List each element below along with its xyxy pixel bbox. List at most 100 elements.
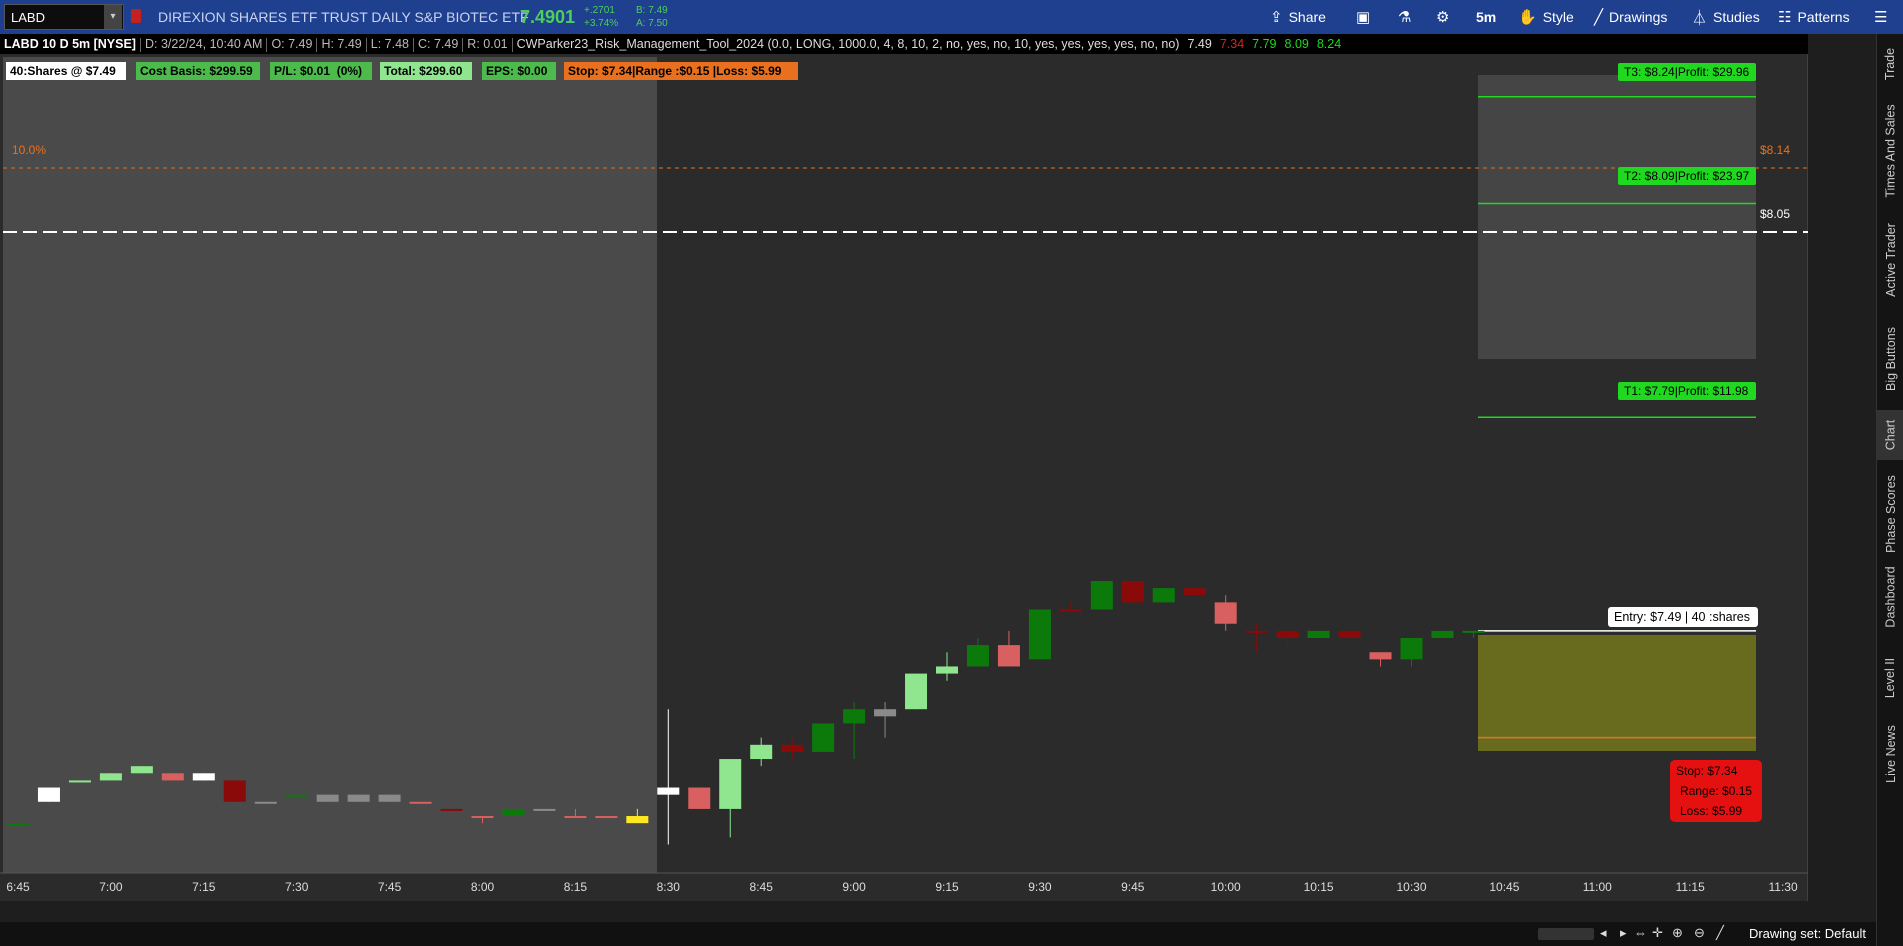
bar-open: O: 7.49 xyxy=(271,37,313,51)
candle-body xyxy=(1307,630,1330,638)
change-percent: +3.74% xyxy=(584,18,619,29)
bar-high: H: 7.49 xyxy=(321,37,362,51)
bid-ask: B: 7.49 A: 7.50 xyxy=(636,4,668,30)
timeframe-button[interactable]: 5m xyxy=(1468,0,1504,34)
candle-body xyxy=(812,723,835,752)
candle-body xyxy=(1152,588,1175,603)
bid-value: B: 7.49 xyxy=(636,5,668,16)
stop-range-label: Stop: $7.34|Range :$0.15 |Loss: $5.99 xyxy=(568,64,782,78)
timeframe-label: 5m xyxy=(1476,9,1497,25)
eps-label: EPS: $0.00 xyxy=(486,64,548,78)
candle-body xyxy=(719,759,742,809)
t1-label: T1: $7.79|Profit: $11.98 xyxy=(1624,384,1749,398)
flask-studies-icon: ⏃ xyxy=(1692,9,1708,27)
drawing-set-label[interactable]: Drawing set: Default xyxy=(1749,926,1866,941)
candle-body xyxy=(1059,609,1082,612)
candle-body xyxy=(471,816,494,819)
time-tick-label: 7:30 xyxy=(285,880,309,894)
style-label: Style xyxy=(1542,9,1574,25)
bar-close: C: 7.49 xyxy=(417,37,459,51)
candle-body xyxy=(347,794,370,802)
time-tick-label: 10:45 xyxy=(1489,880,1519,894)
symbol-dropdown-button[interactable]: ▾ xyxy=(104,5,122,29)
price-change: +.2701 +3.74% xyxy=(584,4,618,30)
tab-phase-scores-label: Phase Scores xyxy=(1883,475,1898,553)
zoom-in-icon[interactable]: ⊕ xyxy=(1672,925,1683,941)
flask-button[interactable]: ⚗ xyxy=(1390,0,1419,34)
candle-body xyxy=(688,787,711,809)
price-chart[interactable]: 8.288.28.138.067.997.917.847.777.77.647.… xyxy=(0,54,1808,901)
candle xyxy=(1028,609,1051,660)
tab-trade[interactable]: Trade xyxy=(1877,34,1903,94)
candle xyxy=(1338,630,1361,638)
candle-body xyxy=(223,780,246,802)
time-tick-label: 10:30 xyxy=(1396,880,1426,894)
tab-live-news-label: Live News xyxy=(1883,725,1898,783)
candle xyxy=(502,808,525,817)
candle xyxy=(812,723,835,752)
share-icon: ⇪ xyxy=(1270,9,1283,26)
scroll-left-icon[interactable]: ◂ xyxy=(1600,925,1607,941)
tab-live-news[interactable]: Live News xyxy=(1877,714,1903,794)
candle xyxy=(316,794,339,802)
tab-chart[interactable]: Chart xyxy=(1877,410,1903,460)
share-button[interactable]: ⇪ Share xyxy=(1262,0,1334,34)
zoom-out-icon[interactable]: ⊖ xyxy=(1694,925,1705,941)
candle xyxy=(285,794,308,797)
tab-active-trader-label: Active Trader xyxy=(1883,223,1898,297)
style-button[interactable]: ✋ Style xyxy=(1510,0,1582,34)
candle-body xyxy=(440,808,463,811)
bar-range: R: 0.01 xyxy=(467,37,508,51)
time-tick-label: 8:45 xyxy=(750,880,774,894)
zoom-fit-icon[interactable]: ⇔ xyxy=(1634,925,1647,940)
screenshot-button[interactable]: ▣ xyxy=(1348,0,1378,34)
tab-level-ii[interactable]: Level II xyxy=(1877,648,1903,708)
candle-body xyxy=(409,801,432,804)
style-icon: ✋ xyxy=(1518,9,1537,26)
tab-big-buttons-label: Big Buttons xyxy=(1883,327,1898,391)
candle xyxy=(595,816,618,819)
ask-value: A: 7.50 xyxy=(636,18,668,29)
studies-button[interactable]: ⏃ Studies xyxy=(1684,0,1768,34)
link-color-icon[interactable] xyxy=(131,9,141,23)
pct-line-label: 10.0% xyxy=(12,143,46,157)
time-tick-label: 7:45 xyxy=(378,880,402,894)
crosshair-icon[interactable]: ✛ xyxy=(1652,925,1663,941)
time-tick-label: 11:30 xyxy=(1769,880,1798,894)
tab-times-and-sales[interactable]: Times And Sales xyxy=(1877,96,1903,206)
tab-big-buttons[interactable]: Big Buttons xyxy=(1877,314,1903,404)
time-tick-label: 9:15 xyxy=(935,880,959,894)
draw-pencil-icon[interactable]: ╱ xyxy=(1716,925,1724,941)
candle xyxy=(440,808,463,811)
drawings-button[interactable]: ╱ Drawings xyxy=(1586,0,1675,34)
candle-body xyxy=(997,645,1020,667)
candle xyxy=(409,801,432,804)
candle xyxy=(223,780,246,802)
time-tick-label: 10:15 xyxy=(1304,880,1334,894)
tab-times-and-sales-label: Times And Sales xyxy=(1883,104,1898,198)
patterns-button[interactable]: ☷ Patterns xyxy=(1770,0,1858,34)
scroll-right-icon[interactable]: ▸ xyxy=(1620,925,1627,941)
candle xyxy=(1183,588,1206,596)
tab-dashboard[interactable]: Dashboard xyxy=(1877,552,1903,642)
candle xyxy=(254,801,277,804)
candle-body xyxy=(285,794,308,797)
candle-body xyxy=(905,673,928,710)
candle xyxy=(161,773,184,781)
candle xyxy=(347,794,370,802)
study-name[interactable]: CWParker23_Risk_Management_Tool_2024 (0.… xyxy=(513,37,1184,51)
target-zone xyxy=(1478,75,1756,359)
share-label: Share xyxy=(1288,9,1326,25)
chart-svg[interactable]: 8.288.28.138.067.997.917.847.777.77.647.… xyxy=(0,54,1808,901)
settings-button[interactable]: ⚙ xyxy=(1428,0,1457,34)
study-value-entry: 7.49 xyxy=(1187,37,1212,51)
menu-button[interactable]: ☰ xyxy=(1866,0,1895,34)
study-value-t2: 8.09 xyxy=(1284,37,1309,51)
tab-active-trader[interactable]: Active Trader xyxy=(1877,210,1903,310)
candle-body xyxy=(1121,581,1144,603)
candle-body xyxy=(595,816,618,819)
tab-trade-label: Trade xyxy=(1883,47,1898,81)
chart-scrollbar[interactable] xyxy=(1538,928,1594,940)
candle-body xyxy=(874,709,897,717)
tab-phase-scores[interactable]: Phase Scores xyxy=(1877,464,1903,564)
